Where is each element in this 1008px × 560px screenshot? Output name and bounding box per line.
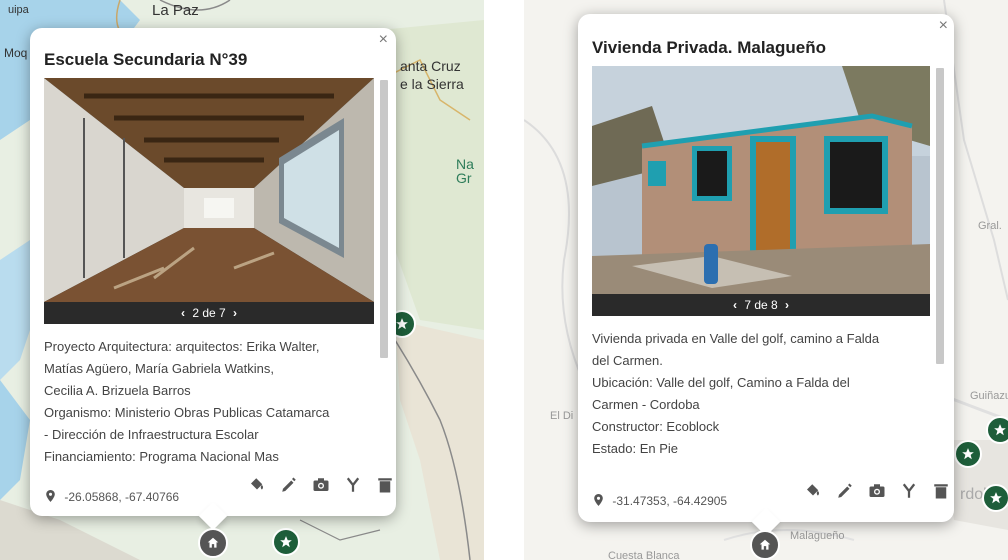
popup-card: × Vivienda Privada. Malagueño ‹ 7 de 8 ›… (578, 14, 954, 522)
description-line: Constructor: Ecoblock (592, 419, 720, 434)
description-line: Financiamiento: Programa Nacional Mas (44, 449, 279, 464)
scrollbar[interactable] (936, 68, 944, 364)
popup-description: Vivienda privada en Valle del golf, cami… (592, 328, 932, 468)
paint-bucket-icon (807, 484, 819, 496)
pencil-icon (838, 483, 852, 498)
map-panel-left[interactable]: La Paz uipa Moq anta Cruz e la Sierra Na… (0, 0, 484, 560)
description-line: Matías Agüero, María Gabriela Watkins, (44, 361, 275, 376)
popup-card: × Escuela Secundaria N°39 ‹ 2 de 7 › Pro… (30, 28, 396, 516)
map-pin-icon (46, 490, 55, 502)
popup-toolbar (248, 476, 394, 494)
coordinates-text: -26.05868, -67.40766 (64, 490, 180, 504)
home-icon (759, 539, 771, 550)
description-line: Proyecto Arquitectura: arquitectos: Erik… (44, 339, 320, 354)
coordinates-text: -31.47353, -64.42905 (612, 494, 728, 508)
popup-description: Proyecto Arquitectura: arquitectos: Erik… (44, 336, 378, 470)
popup-title: Vivienda Privada. Malagueño (592, 38, 826, 57)
map-marker-home[interactable] (750, 530, 780, 560)
panel-gap (484, 0, 524, 560)
coordinates: -31.47353, -64.42905 (594, 494, 727, 508)
trash-icon (378, 478, 392, 493)
close-button[interactable]: × (379, 32, 388, 48)
popup-title: Escuela Secundaria N°39 (44, 50, 248, 69)
map-panel-right[interactable]: El Di Gral. Guiñazu rdob Malagueño Cuest… (524, 0, 1008, 560)
map-label-region-2: Gr (456, 170, 472, 186)
photo-index: 2 de 7 (192, 306, 226, 320)
star-icon (396, 318, 408, 330)
map-marker-home[interactable] (198, 528, 228, 558)
star-icon (994, 424, 1006, 436)
edit-button[interactable] (836, 482, 854, 500)
photo-pagination: ‹ 2 de 7 › (44, 302, 374, 324)
delete-button[interactable] (932, 482, 950, 500)
photo-pagination: ‹ 7 de 8 › (592, 294, 930, 316)
camera-button[interactable] (868, 482, 886, 500)
camera-icon (313, 478, 329, 491)
edit-button[interactable] (280, 476, 298, 494)
home-icon (207, 537, 219, 548)
map-label-cuesta-blanca: Cuesta Blanca (608, 550, 680, 560)
photo-hallway (44, 78, 374, 302)
map-label-santa-cruz-1: anta Cruz (400, 58, 461, 74)
description-line: Ubicación: Valle del golf, Camino a Fald… (592, 375, 850, 390)
prev-photo-button[interactable]: ‹ (733, 298, 737, 312)
map-label-guinazu: Guiñazu (970, 390, 1008, 402)
paint-bucket-button[interactable] (248, 476, 266, 494)
map-label-west: El Di (550, 410, 574, 422)
paint-bucket-button[interactable] (804, 482, 822, 500)
camera-button[interactable] (312, 476, 330, 494)
star-icon (990, 492, 1002, 504)
next-photo-button[interactable]: › (785, 298, 789, 312)
map-marker-star[interactable] (272, 528, 300, 556)
star-icon (280, 536, 292, 548)
prev-photo-button[interactable]: ‹ (181, 306, 185, 320)
description-line: del Carmen. (592, 353, 663, 368)
description-line: Cecilia A. Brizuela Barros (44, 383, 191, 398)
description-line: Organismo: Ministerio Obras Publicas Cat… (44, 405, 330, 420)
camera-icon (869, 484, 885, 497)
pencil-icon (282, 477, 296, 492)
map-label-moq: Moq (4, 46, 28, 60)
map-label-santa-cruz-2: e la Sierra (400, 76, 464, 92)
trash-icon (934, 484, 948, 499)
popup-toolbar (804, 482, 950, 500)
map-marker-star[interactable] (982, 484, 1008, 512)
map-label-malagueno: Malagueño (790, 530, 845, 542)
map-marker-star[interactable] (954, 440, 982, 468)
photo-viewer[interactable]: ‹ 2 de 7 › (44, 78, 374, 324)
description-line: Estado: En Pie (592, 441, 678, 456)
description-line: Carmen - Cordoba (592, 397, 700, 412)
paint-bucket-icon (251, 478, 263, 490)
photo-viewer[interactable]: ‹ 7 de 8 › (592, 66, 930, 316)
merge-icon (902, 483, 916, 498)
delete-button[interactable] (376, 476, 394, 494)
photo-index: 7 de 8 (744, 298, 778, 312)
merge-icon (346, 477, 360, 492)
description-line: - Dirección de Infraestructura Escolar (44, 427, 259, 442)
map-marker-star[interactable] (986, 416, 1008, 444)
map-label-la-paz: La Paz (152, 2, 199, 19)
merge-button[interactable] (900, 482, 918, 500)
close-button[interactable]: × (939, 18, 948, 34)
merge-button[interactable] (344, 476, 362, 494)
map-pin-icon (594, 494, 603, 506)
description-line: Vivienda privada en Valle del golf, cami… (592, 331, 880, 346)
scrollbar[interactable] (380, 80, 388, 358)
photo-house (592, 66, 930, 294)
next-photo-button[interactable]: › (233, 306, 237, 320)
map-label-gral: Gral. (978, 220, 1002, 232)
star-icon (962, 448, 974, 460)
coordinates: -26.05868, -67.40766 (46, 490, 179, 504)
map-label-top-left: uipa (8, 4, 29, 16)
